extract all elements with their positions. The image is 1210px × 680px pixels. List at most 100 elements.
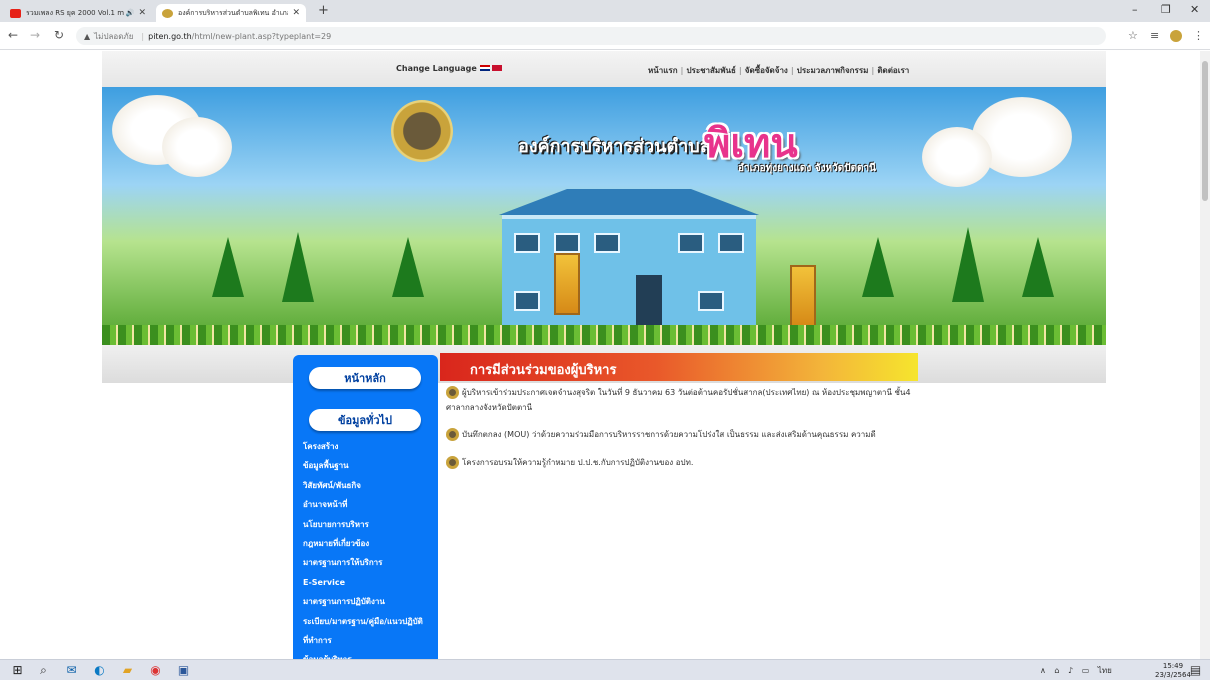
address-bar[interactable]: ▲ ไม่ปลอดภัย | piten.go.th /html/new-pla…: [76, 27, 1106, 45]
mail-icon[interactable]: ✉: [64, 663, 79, 678]
nav-procurement[interactable]: จัดซื้อจัดจ้าง: [745, 66, 788, 75]
sidebar-item-vision[interactable]: วิสัยทัศน์/พันธกิจ: [293, 476, 438, 495]
close-tab-icon[interactable]: ✕: [292, 8, 300, 18]
new-tab-icon[interactable]: +: [318, 3, 329, 18]
bookmark-star-icon[interactable]: ☆: [1128, 29, 1138, 42]
sidebar-item-office[interactable]: ที่ทำการ: [293, 631, 438, 650]
forward-icon[interactable]: →: [30, 28, 40, 42]
news-link[interactable]: บันทึกตกลง (MOU) ว่าด้วยความร่วมมือการบร…: [462, 430, 876, 439]
org-subtitle: อำเภอทุ่งยางแดง จังหวัดปัตตานี: [738, 163, 877, 174]
section-header: การมีส่วนร่วมของผู้บริหาร: [440, 353, 918, 381]
reading-list-icon[interactable]: ≡: [1150, 29, 1159, 42]
organization-logo: [391, 100, 453, 162]
logo-bullet-icon: [446, 428, 459, 441]
system-tray: ∧ ⌂ ♪ ▭ ไทย: [1040, 664, 1112, 677]
action-center-icon[interactable]: ▤: [1188, 663, 1203, 678]
uk-flag-icon[interactable]: [491, 65, 502, 71]
close-window-icon[interactable]: ✕: [1190, 3, 1199, 16]
top-navigation: หน้าแรก | ประชาสัมพันธ์ | จัดซื้อจัดจ้าง | ประ…: [648, 64, 909, 77]
tree-decoration: [392, 237, 424, 297]
word-icon[interactable]: ▣: [176, 663, 191, 678]
tree-decoration: [862, 237, 894, 297]
profile-avatar[interactable]: [1170, 30, 1182, 42]
nav-divider: |: [871, 66, 875, 75]
clock-date: 23/3/2564: [1155, 671, 1191, 679]
sidebar-item-executives[interactable]: ข้อมูลผู้บริหาร: [293, 650, 438, 659]
sidebar-item-service-standard[interactable]: มาตรฐานการให้บริการ: [293, 553, 438, 572]
reload-icon[interactable]: ↻: [54, 28, 64, 42]
sidebar-menu: หน้าหลัก ข้อมูลทั่วไป โครงสร้าง ข้อมูลพื…: [293, 355, 438, 659]
menu-kebab-icon[interactable]: ⋮: [1193, 29, 1204, 42]
thai-flag-icon[interactable]: [479, 65, 490, 71]
news-link[interactable]: ผู้บริหารเข้าร่วมประกาศเจตจำนงสุจริต ในว…: [446, 388, 911, 412]
vertical-scrollbar[interactable]: [1200, 51, 1210, 659]
file-explorer-icon[interactable]: ▰: [120, 663, 135, 678]
nav-divider: |: [790, 66, 794, 75]
logo-bullet-icon: [446, 386, 459, 399]
minimize-icon[interactable]: –: [1132, 3, 1138, 16]
royal-portrait: [790, 265, 816, 327]
org-title: องค์การบริหารส่วนตำบล: [518, 136, 711, 157]
nav-divider: |: [680, 66, 684, 75]
tree-decoration: [212, 237, 244, 297]
tree-decoration: [952, 227, 984, 302]
browser-tab-active[interactable]: องค์การบริหารส่วนตำบลพิเทน อำเภอ ✕: [156, 4, 306, 22]
browser-toolbar: ← → ↻ ▲ ไม่ปลอดภัย | piten.go.th /html/n…: [0, 22, 1210, 50]
news-item[interactable]: โครงการอบรมให้ความรู้กำหมาย ป.ป.ช.กับการ…: [446, 455, 926, 470]
office-building-image: [474, 189, 784, 343]
notification-area-icon[interactable]: ▭: [1082, 666, 1090, 675]
tab-title: รวมเพลง RS ยุค 2000 Vol.1 mu: [26, 8, 124, 17]
site-logo-icon: [162, 8, 173, 18]
sidebar-item-work-standard[interactable]: มาตรฐานการปฏิบัติงาน: [293, 592, 438, 611]
general-info-button[interactable]: ข้อมูลทั่วไป: [309, 409, 421, 431]
clock-time: 15:49: [1162, 662, 1184, 670]
sidebar-item-laws[interactable]: กฎหมายที่เกี่ยวข้อง: [293, 534, 438, 553]
news-item[interactable]: บันทึกตกลง (MOU) ว่าด้วยความร่วมมือการบร…: [446, 427, 926, 442]
nav-pr[interactable]: ประชาสัมพันธ์: [686, 66, 735, 75]
network-icon[interactable]: ⌂: [1054, 666, 1059, 675]
news-item[interactable]: ผู้บริหารเข้าร่วมประกาศเจตจำนงสุจริต ในว…: [446, 385, 926, 415]
sidebar-list: โครงสร้าง ข้อมูลพื้นฐาน วิสัยทัศน์/พันธก…: [293, 437, 438, 659]
change-language[interactable]: Change Language: [396, 64, 502, 73]
nav-home[interactable]: หน้าแรก: [648, 66, 678, 75]
tray-chevron-icon[interactable]: ∧: [1040, 666, 1046, 675]
tree-decoration: [282, 232, 314, 302]
security-label[interactable]: ไม่ปลอดภัย: [94, 30, 133, 43]
news-link[interactable]: โครงการอบรมให้ความรู้กำหมาย ป.ป.ช.กับการ…: [462, 458, 693, 467]
volume-icon[interactable]: ♪: [1068, 666, 1073, 675]
windows-taskbar: ⊞ ⌕ ✉ ◐ ▰ ◉ ▣ ∧ ⌂ ♪ ▭ ไทย 15:49 23/3/256…: [0, 659, 1210, 680]
search-icon[interactable]: ⌕: [36, 663, 51, 678]
windows-start-icon[interactable]: ⊞: [10, 663, 25, 678]
audio-icon[interactable]: 🔊: [126, 9, 135, 17]
youtube-icon: [10, 8, 21, 18]
section-title: การมีส่วนร่วมของผู้บริหาร: [470, 363, 617, 378]
back-icon[interactable]: ←: [8, 28, 18, 42]
warning-icon[interactable]: ▲: [84, 32, 90, 41]
sidebar-item-authority[interactable]: อำนาจหน้าที่: [293, 495, 438, 514]
sidebar-item-structure[interactable]: โครงสร้าง: [293, 437, 438, 456]
close-tab-icon[interactable]: ✕: [138, 8, 146, 18]
blossom-decoration: [162, 117, 232, 177]
sidebar-item-policy[interactable]: นโยบายการบริหาร: [293, 515, 438, 534]
edge-icon[interactable]: ◐: [92, 663, 107, 678]
sidebar-item-regulations[interactable]: ระเบียบ/มาตรฐาน/คู่มือ/แนวปฏิบัติ: [293, 612, 438, 631]
change-language-label[interactable]: Change Language: [396, 64, 477, 73]
sidebar-item-basic-info[interactable]: ข้อมูลพื้นฐาน: [293, 456, 438, 475]
tree-decoration: [1022, 237, 1054, 297]
grass-border: [102, 325, 1106, 345]
page-viewport: Change Language หน้าแรก | ประชาสัมพันธ์ | จั…: [0, 51, 1200, 659]
url-path: /html/new-plant.asp?typeplant=29: [191, 31, 332, 41]
browser-tab[interactable]: รวมเพลง RS ยุค 2000 Vol.1 mu 🔊 ✕: [4, 4, 152, 22]
scrollbar-thumb[interactable]: [1202, 61, 1208, 201]
site-banner: องค์การบริหารส่วนตำบล พิเทน อำเภอทุ่งยาง…: [102, 87, 1106, 345]
tab-title: องค์การบริหารส่วนตำบลพิเทน อำเภอ: [178, 8, 289, 17]
input-language[interactable]: ไทย: [1098, 666, 1112, 675]
chrome-icon[interactable]: ◉: [148, 663, 163, 678]
home-button[interactable]: หน้าหลัก: [309, 367, 421, 389]
nav-contact[interactable]: ติดต่อเรา: [877, 66, 909, 75]
taskbar-clock[interactable]: 15:49 23/3/2564: [1155, 662, 1191, 680]
sidebar-item-eservice[interactable]: E-Service: [293, 573, 438, 592]
nav-gallery[interactable]: ประมวลภาพกิจกรรม: [797, 66, 869, 75]
restore-icon[interactable]: ❐: [1161, 3, 1171, 16]
browser-tab-bar: รวมเพลง RS ยุค 2000 Vol.1 mu 🔊 ✕ องค์การ…: [0, 0, 1210, 22]
